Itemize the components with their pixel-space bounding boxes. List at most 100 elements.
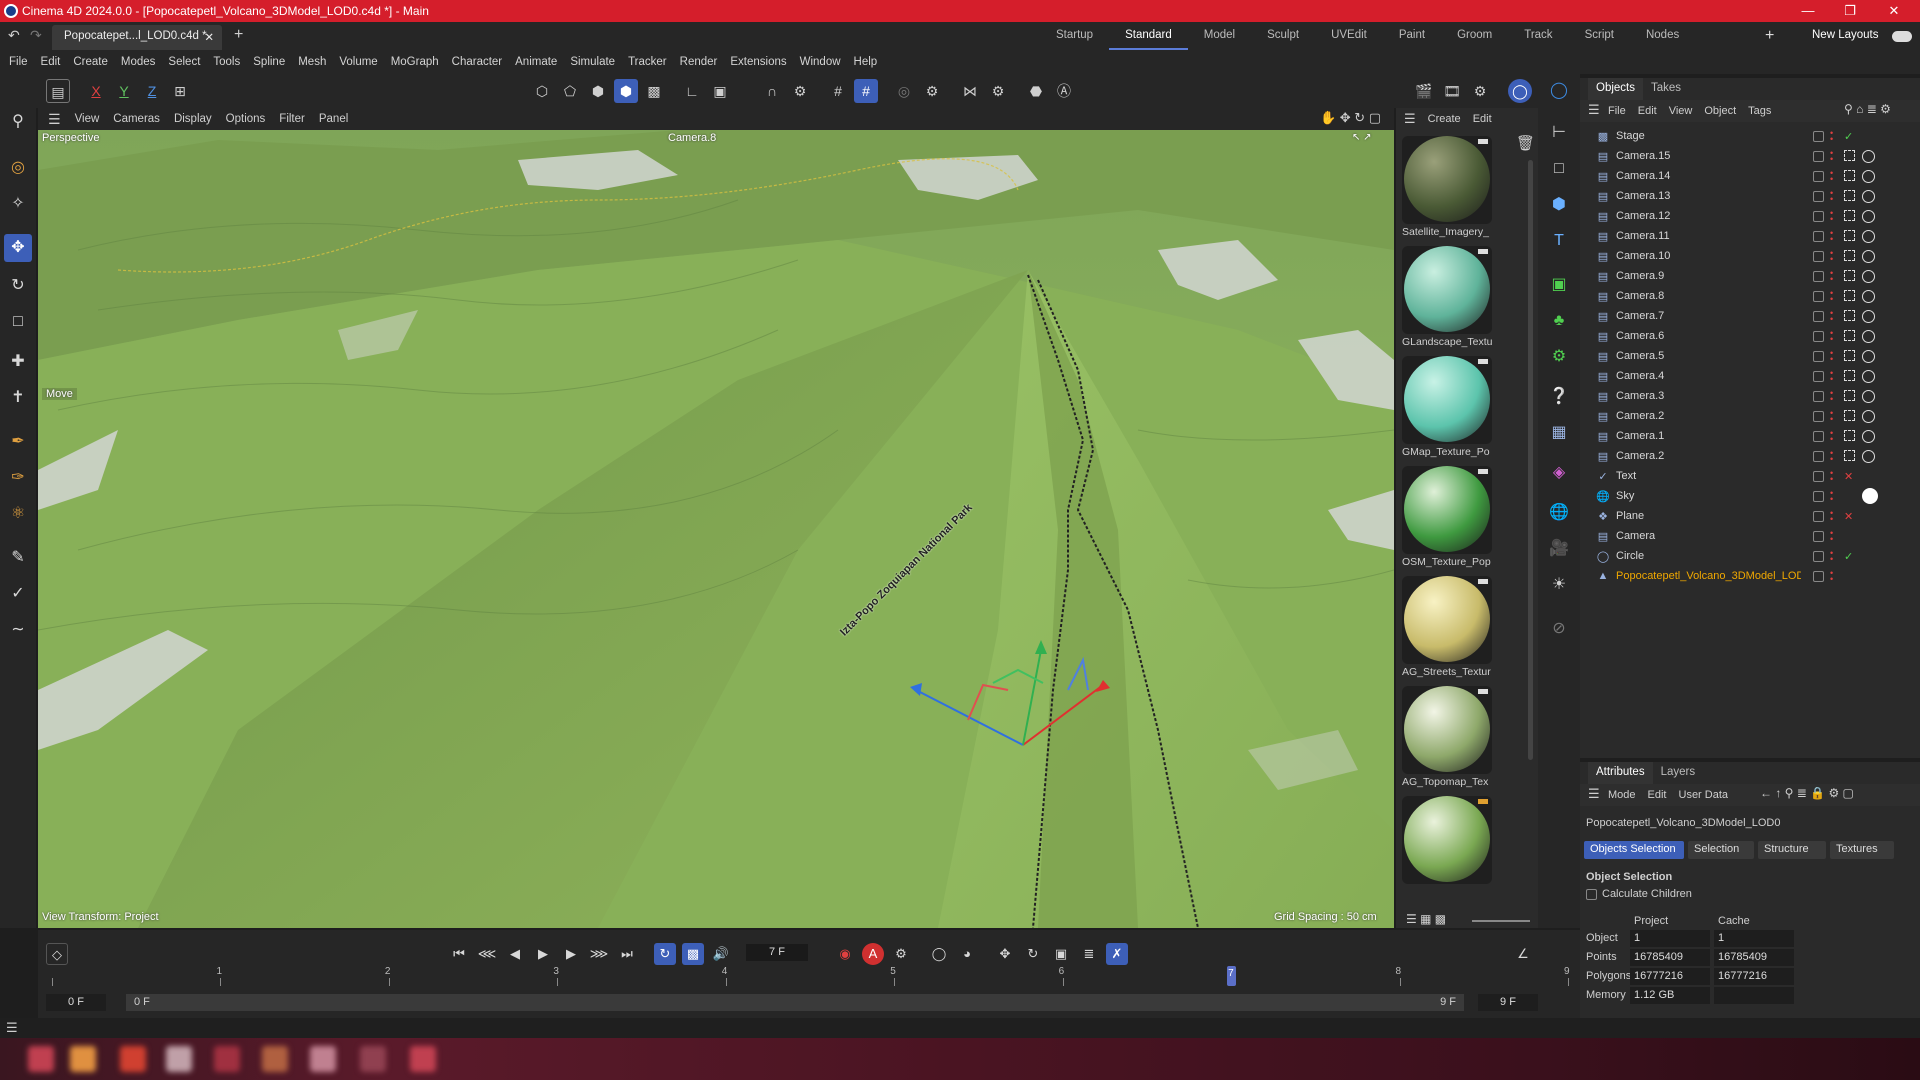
layout-tab-sculpt[interactable]: Sculpt [1251, 22, 1315, 50]
visibility-checkbox[interactable] [1813, 570, 1824, 582]
protection-tag-icon[interactable] [1862, 210, 1875, 223]
viewport-hamburger-icon[interactable]: ☰ [48, 111, 61, 128]
object-row[interactable]: ◯ Circle • • ✓ [1580, 546, 1920, 566]
menu-character[interactable]: Character [452, 56, 503, 68]
new-layouts-label[interactable]: New Layouts [1812, 29, 1878, 41]
menu-help[interactable]: Help [854, 56, 878, 68]
next-frame-icon[interactable]: ▶ [560, 943, 582, 965]
layer-dots-icon[interactable]: • • [1830, 329, 1836, 344]
layer-dots-icon[interactable]: • • [1830, 549, 1836, 564]
snap-magnet-icon[interactable]: ∩ [760, 79, 784, 103]
frame-ruler[interactable]: 1234567897 [52, 966, 1570, 990]
twist-icon[interactable]: ∼ [4, 616, 32, 644]
move-tool-icon[interactable]: ✥ [4, 234, 32, 262]
menu-tracker[interactable]: Tracker [628, 56, 667, 68]
volume-icon[interactable]: ◈ [1546, 460, 1572, 486]
material-view-mode-icons[interactable]: ☰ ▦ ▩ [1406, 912, 1446, 926]
undo-icon[interactable]: ↶ [8, 27, 20, 44]
camera-tag-icon[interactable] [1844, 450, 1855, 461]
material-item[interactable] [1402, 796, 1496, 886]
protection-tag-icon[interactable] [1862, 350, 1875, 363]
scale-tool-icon[interactable]: □ [4, 308, 32, 336]
visibility-checkbox[interactable] [1813, 130, 1824, 142]
object-row[interactable]: ▤ Camera.7 • • [1580, 306, 1920, 326]
attribute-hamburger-icon[interactable]: ☰ [1588, 786, 1600, 802]
render-view-icon[interactable]: ▤ [46, 79, 70, 103]
protection-tag-icon[interactable] [1862, 150, 1875, 163]
taskbar-app-icon[interactable] [262, 1046, 288, 1072]
layer-dots-icon[interactable]: • • [1830, 209, 1836, 224]
visibility-checkbox[interactable] [1813, 330, 1824, 342]
layer-dots-icon[interactable]: • • [1830, 469, 1836, 484]
environment-icon[interactable]: 🌐 [1546, 500, 1572, 526]
layout-tab-uvedit[interactable]: UVEdit [1315, 22, 1383, 50]
layer-dots-icon[interactable]: • • [1830, 289, 1836, 304]
menu-edit[interactable]: Edit [41, 56, 61, 68]
autokey-icon[interactable]: A [862, 943, 884, 965]
visibility-checkbox[interactable] [1813, 350, 1824, 362]
protection-tag-icon[interactable] [1862, 270, 1875, 283]
material-item[interactable]: AG_Streets_Textur [1402, 576, 1496, 678]
object-row[interactable]: ▤ Camera • • [1580, 526, 1920, 546]
camera-tag-icon[interactable] [1844, 190, 1855, 201]
object-menu-view[interactable]: View [1669, 105, 1693, 117]
material-item[interactable]: OSM_Texture_Pop [1402, 466, 1496, 568]
object-menu-file[interactable]: File [1608, 105, 1626, 117]
render-active-view-icon[interactable]: 🎬 [1412, 79, 1436, 103]
protection-tag-icon[interactable] [1862, 430, 1875, 443]
viewport-menu-display[interactable]: Display [174, 113, 212, 125]
preview-range-bar[interactable]: 0 F 9 F [126, 994, 1464, 1011]
visibility-checkbox[interactable] [1813, 310, 1824, 322]
y-axis-lock[interactable]: Y [112, 79, 136, 103]
protection-tag-icon[interactable] [1862, 290, 1875, 303]
protection-tag-icon[interactable] [1862, 410, 1875, 423]
start-frame-field[interactable]: 0 F [46, 994, 106, 1011]
preview-range-icon[interactable]: ▩ [682, 943, 704, 965]
layout-tab-track[interactable]: Track [1508, 22, 1568, 50]
transform-tool-icon[interactable]: ✚ [4, 348, 32, 376]
keyframe-mode-icon[interactable]: ◇ [46, 943, 68, 965]
menu-extensions[interactable]: Extensions [730, 56, 786, 68]
camera-tag-icon[interactable] [1844, 150, 1855, 161]
layout-toggle[interactable] [1892, 31, 1912, 42]
menu-render[interactable]: Render [680, 56, 718, 68]
cube-object-icon[interactable]: ⬢ [1546, 192, 1572, 218]
layout-tab-standard[interactable]: Standard [1109, 22, 1188, 50]
taskbar-app-icon[interactable] [120, 1046, 146, 1072]
object-row[interactable]: 🌐 Sky • • [1580, 486, 1920, 506]
object-row[interactable]: ▤ Camera.9 • • [1580, 266, 1920, 286]
visibility-checkbox[interactable] [1813, 430, 1824, 442]
solo-icon[interactable]: ▣ [708, 79, 732, 103]
visibility-checkbox[interactable] [1813, 510, 1824, 522]
timeline-tool-icon[interactable]: ✗ [1106, 943, 1128, 965]
attr-button-objects-selection[interactable]: Objects Selection [1584, 841, 1684, 859]
menu-volume[interactable]: Volume [339, 56, 377, 68]
object-row[interactable]: ▤ Camera.2 • • [1580, 406, 1920, 426]
camera-tag-icon[interactable] [1844, 270, 1855, 281]
plane-object-icon[interactable]: □ [1546, 156, 1572, 182]
protection-tag-icon[interactable] [1862, 250, 1875, 263]
attr-menu-mode[interactable]: Mode [1608, 789, 1636, 801]
close-icon[interactable]: ✕ [1874, 0, 1914, 22]
previous-key-icon[interactable]: ⋘ [476, 943, 498, 965]
viewport-navigation-icons[interactable]: ✋ ✥ ↻ ▢ [1320, 110, 1381, 126]
animate-icon[interactable]: Ⓐ [1052, 79, 1076, 103]
visibility-checkbox[interactable] [1813, 490, 1824, 502]
object-search-icons[interactable]: ⚲ ⌂ ≣ ⚙ [1844, 102, 1891, 116]
menu-simulate[interactable]: Simulate [570, 56, 615, 68]
layer-dots-icon[interactable]: • • [1830, 129, 1836, 144]
layout-tab-script[interactable]: Script [1569, 22, 1630, 50]
generator-icon[interactable]: ▣ [1546, 272, 1572, 298]
layer-dots-icon[interactable]: • • [1830, 309, 1836, 324]
cloner-icon[interactable]: ♣ [1546, 308, 1572, 334]
material-scrollbar[interactable] [1528, 160, 1533, 760]
visibility-checkbox[interactable] [1813, 270, 1824, 282]
visibility-checkbox[interactable] [1813, 210, 1824, 222]
attr-button-textures[interactable]: Textures [1830, 841, 1894, 859]
layout-tab-groom[interactable]: Groom [1441, 22, 1508, 50]
layer-dots-icon[interactable]: • • [1830, 169, 1836, 184]
viewport-menu-filter[interactable]: Filter [279, 113, 305, 125]
enabled-check-icon[interactable]: ✓ [1844, 130, 1853, 143]
minimize-icon[interactable]: — [1788, 0, 1828, 22]
protection-tag-icon[interactable] [1862, 190, 1875, 203]
